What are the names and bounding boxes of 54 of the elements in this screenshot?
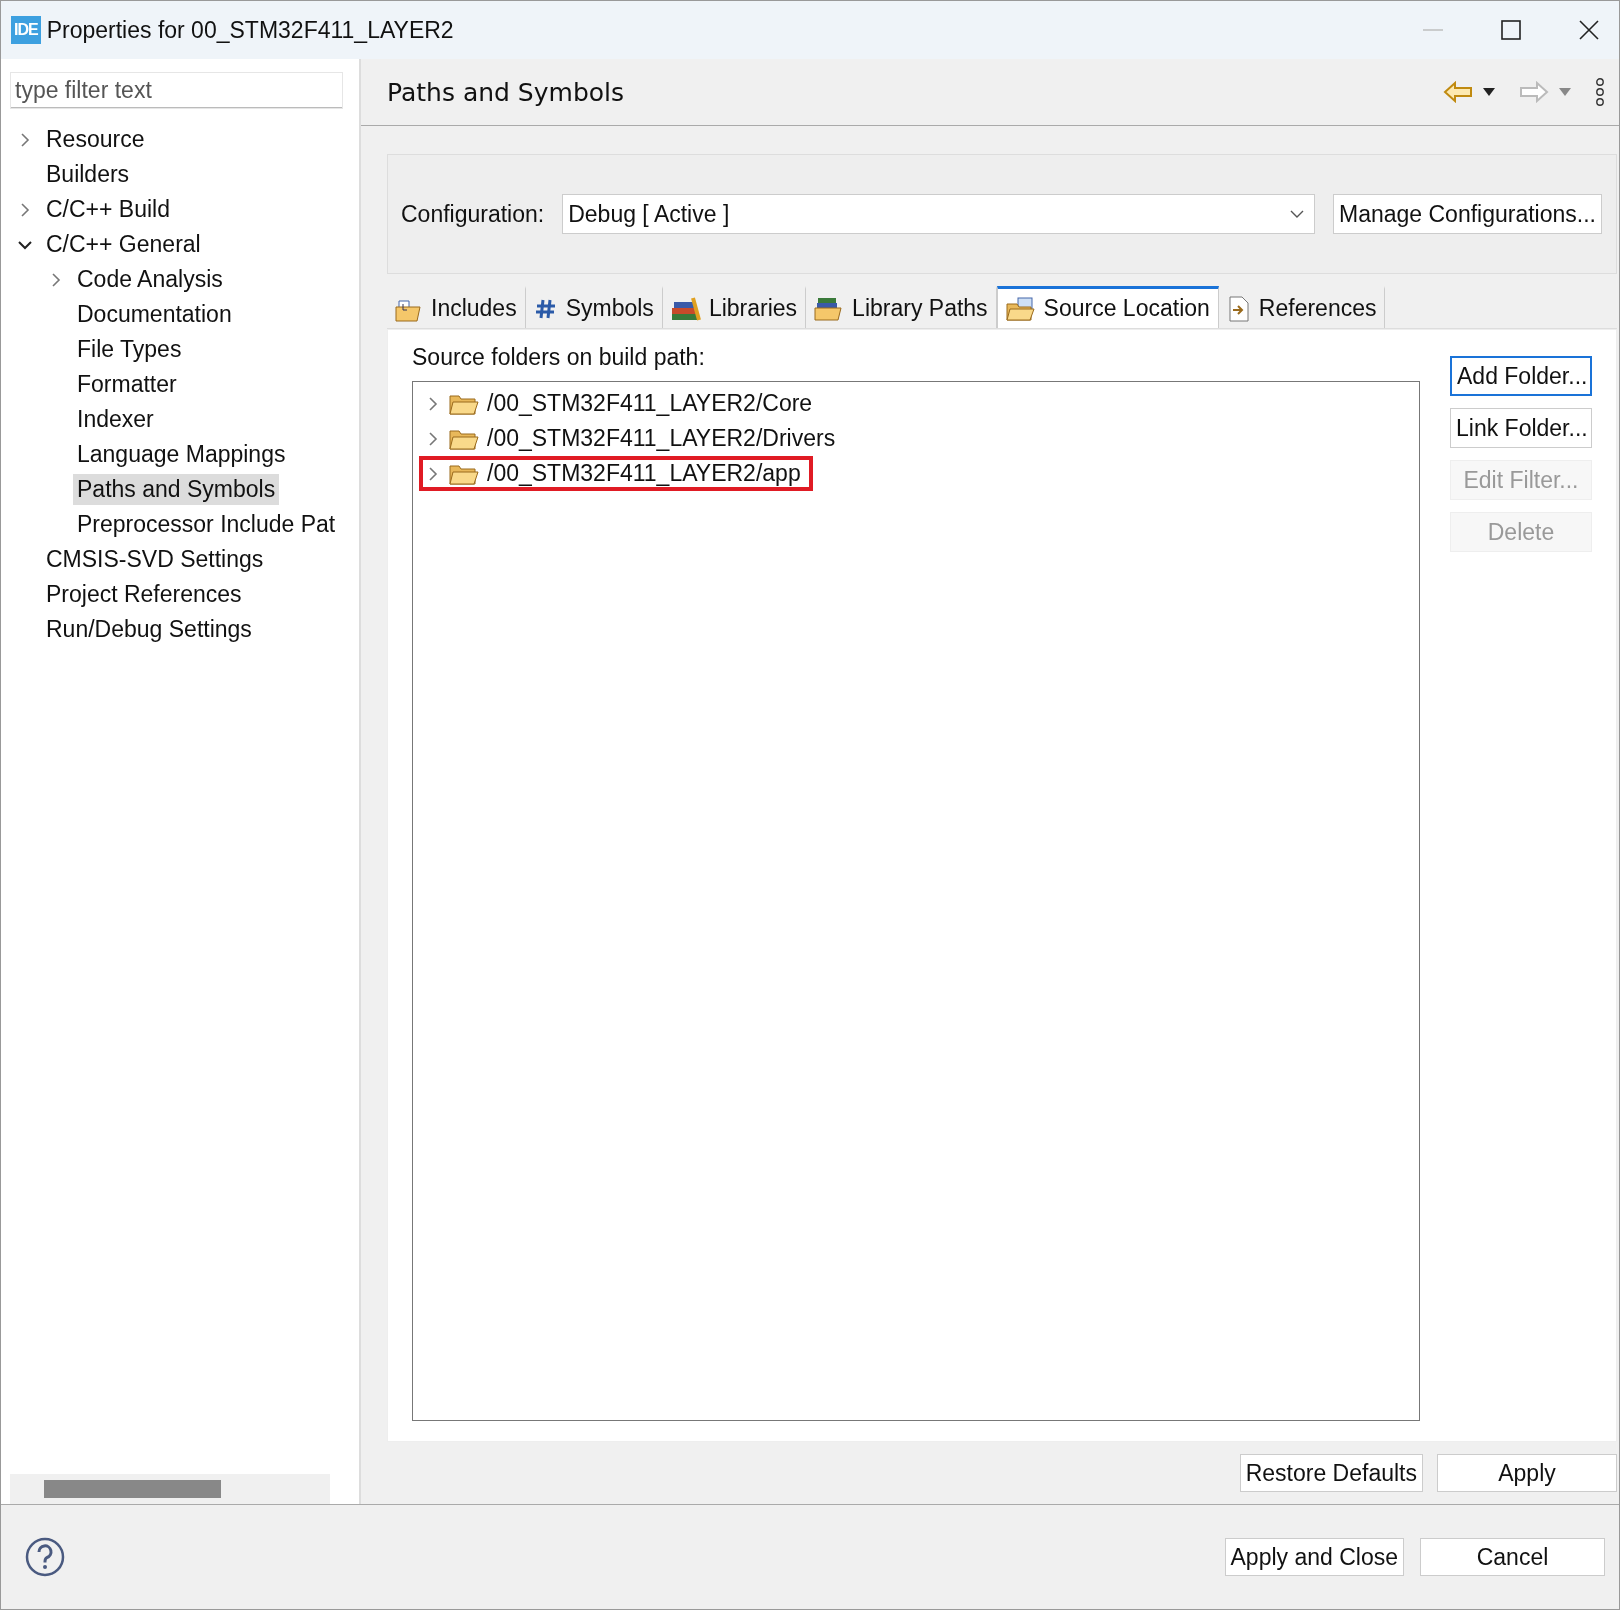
nav-item[interactable]: CMSIS-SVD Settings <box>42 544 268 575</box>
folder-item[interactable]: /00_STM32F411_LAYER2/Core <box>487 390 813 417</box>
nav-item[interactable]: Builders <box>42 159 134 190</box>
dropdown-icon[interactable] <box>1483 88 1495 96</box>
page-title: Paths and Symbols <box>387 77 625 107</box>
folder-action-button[interactable]: Add Folder... <box>1450 356 1592 396</box>
apply-and-close-button[interactable]: Apply and Close <box>1224 1538 1404 1576</box>
tab[interactable]: Library Paths <box>806 286 997 328</box>
chevron-down-icon[interactable] <box>1290 210 1304 218</box>
nav-item[interactable]: C/C++ Build <box>42 194 174 225</box>
folder-action-button[interactable]: Link Folder... <box>1450 408 1592 448</box>
scrollbar-thumb[interactable] <box>44 1480 221 1498</box>
help-icon[interactable] <box>25 1537 65 1577</box>
nav-item[interactable]: Resource <box>42 124 149 155</box>
nav-item[interactable]: Formatter <box>73 369 181 400</box>
nav-item[interactable]: C/C++ General <box>42 229 205 260</box>
books-icon <box>670 295 701 322</box>
restore-defaults-button[interactable]: Restore Defaults <box>1239 1454 1423 1492</box>
nav-item[interactable]: Preprocessor Include Pat <box>73 509 340 540</box>
tab[interactable]: Includes <box>387 286 526 328</box>
configuration-dropdown[interactable]: Debug [ Active ] <box>562 194 1315 234</box>
nav-item[interactable]: Run/Debug Settings <box>42 614 256 645</box>
window-title: Properties for 00_STM32F411_LAYER2 <box>46 16 454 44</box>
folder-icon <box>449 427 479 450</box>
app-icon: IDE <box>11 16 41 44</box>
nav-item[interactable]: File Types <box>73 334 186 365</box>
nav-item[interactable]: Code Analysis <box>73 264 227 295</box>
tab[interactable]: Source Location <box>996 286 1219 328</box>
configuration-label: Configuration: <box>401 200 545 228</box>
filter-field[interactable]: type filter text <box>11 73 342 108</box>
tab[interactable]: References <box>1218 286 1386 328</box>
cancel-button[interactable]: Cancel <box>1420 1538 1605 1576</box>
nav-item[interactable]: Project References <box>42 579 246 610</box>
manage-configurations-button[interactable]: Manage Configurations... <box>1333 194 1602 234</box>
books-folder-icon <box>814 295 845 322</box>
scrollbar[interactable] <box>10 1474 330 1504</box>
tab[interactable]: Libraries <box>662 286 807 328</box>
folder-icon <box>449 392 479 415</box>
section-label: Source folders on build path: <box>412 344 706 371</box>
folder-item[interactable]: /00_STM32F411_LAYER2/Drivers <box>487 425 836 452</box>
back-arrow-icon[interactable] <box>1443 81 1473 103</box>
nav-item[interactable]: Documentation <box>73 299 236 330</box>
folder-icon <box>1005 295 1036 322</box>
nav-item[interactable]: Language Mappings <box>73 439 290 470</box>
nav-item[interactable]: Indexer <box>73 404 158 435</box>
folder-icon <box>449 462 479 485</box>
document-arrow-icon <box>1226 294 1251 323</box>
close-icon[interactable] <box>1579 20 1599 40</box>
tab[interactable]: Symbols <box>525 286 663 328</box>
nav-item[interactable]: Paths and Symbols <box>73 474 280 505</box>
folder-item[interactable]: /00_STM32F411_LAYER2/app <box>487 460 801 487</box>
apply-button[interactable]: Apply <box>1437 1454 1617 1492</box>
more-icon[interactable] <box>1595 78 1605 106</box>
maximize-icon[interactable] <box>1501 20 1521 40</box>
